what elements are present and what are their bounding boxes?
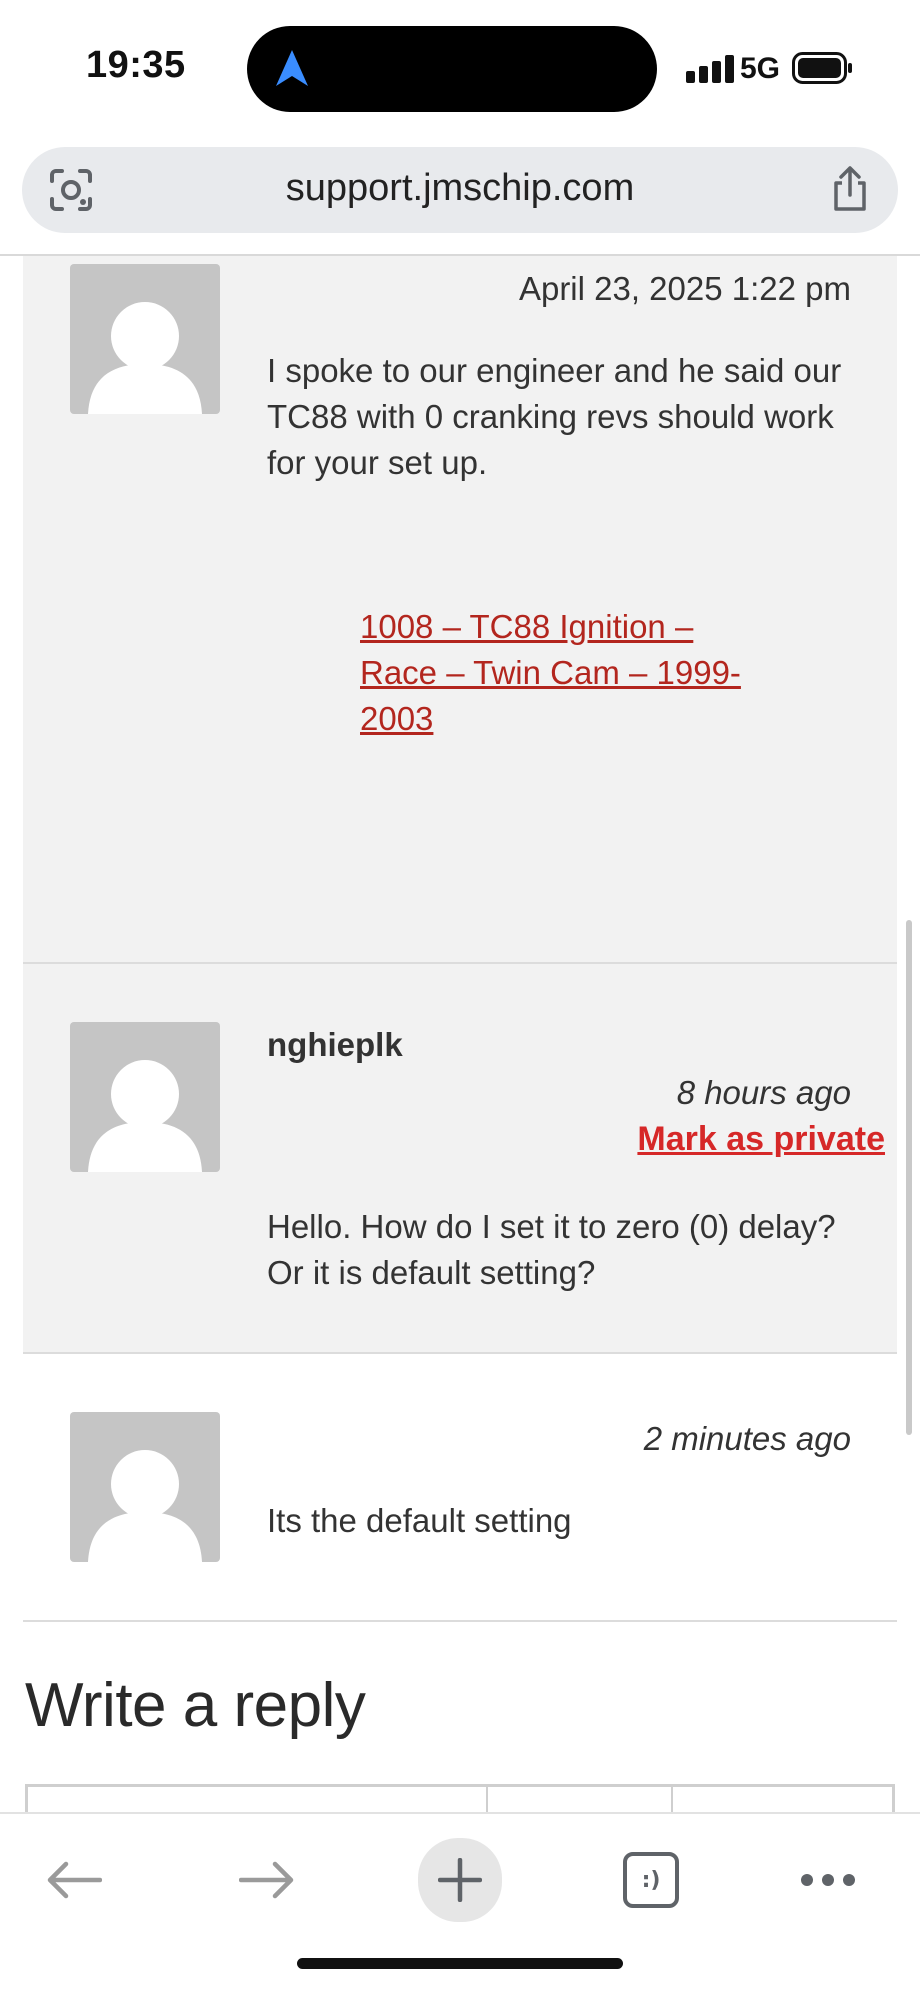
default-avatar-icon [88,1450,202,1562]
tab-switcher-icon: :) [623,1852,679,1908]
new-tab-icon [438,1858,482,1902]
comment-date: April 23, 2025 1:22 pm [518,270,851,307]
comment-author[interactable]: nghieplk [267,1026,403,1064]
tab-switcher-label: :) [641,1867,661,1893]
scrollbar-thumb[interactable] [906,920,912,1435]
dynamic-island [247,26,657,112]
back-arrow-icon [47,1861,102,1899]
comment-text: I spoke to our engineer and he said our … [267,352,842,481]
comment-date: 8 hours ago [676,1074,851,1111]
product-link[interactable]: 1008 – TC88 Ignition – Race – Twin Cam –… [360,604,760,742]
comment-item: April 23, 2025 1:22 pm I spoke to our en… [23,256,897,964]
status-bar: 19:35 5G [0,0,920,135]
default-avatar-icon [88,1060,202,1172]
home-indicator[interactable] [297,1958,623,1969]
status-time: 19:35 [86,44,186,86]
comment-date: 2 minutes ago [643,1420,851,1457]
forward-arrow-icon [239,1861,294,1899]
more-icon [801,1874,855,1886]
comment-text: Hello. How do I set it to zero (0) delay… [267,1208,836,1291]
more-button[interactable] [788,1840,868,1920]
default-avatar-icon [88,302,202,414]
share-icon[interactable] [828,165,872,213]
avatar [70,264,220,414]
tab-switcher-button[interactable]: :) [611,1840,691,1920]
new-tab-button[interactable] [418,1838,502,1922]
reply-divider [23,1620,897,1622]
url-bar[interactable]: support.jmschip.com [22,147,898,233]
location-arrow-icon [276,50,308,86]
comment-item: nghieplk 8 hours ago Mark as private Hel… [23,964,897,1354]
forward-button[interactable] [227,1840,307,1920]
network-label: 5G [740,52,781,85]
signal-icon [686,55,734,83]
comment-text: Its the default setting [267,1502,572,1539]
battery-icon [792,52,852,84]
mark-as-private-link[interactable]: Mark as private [637,1120,885,1159]
avatar [70,1412,220,1562]
avatar [70,1022,220,1172]
write-reply-heading: Write a reply [25,1671,366,1740]
back-button[interactable] [34,1840,114,1920]
comment-item: 2 minutes ago Its the default setting [23,1354,897,1620]
url-text[interactable]: support.jmschip.com [22,167,898,210]
